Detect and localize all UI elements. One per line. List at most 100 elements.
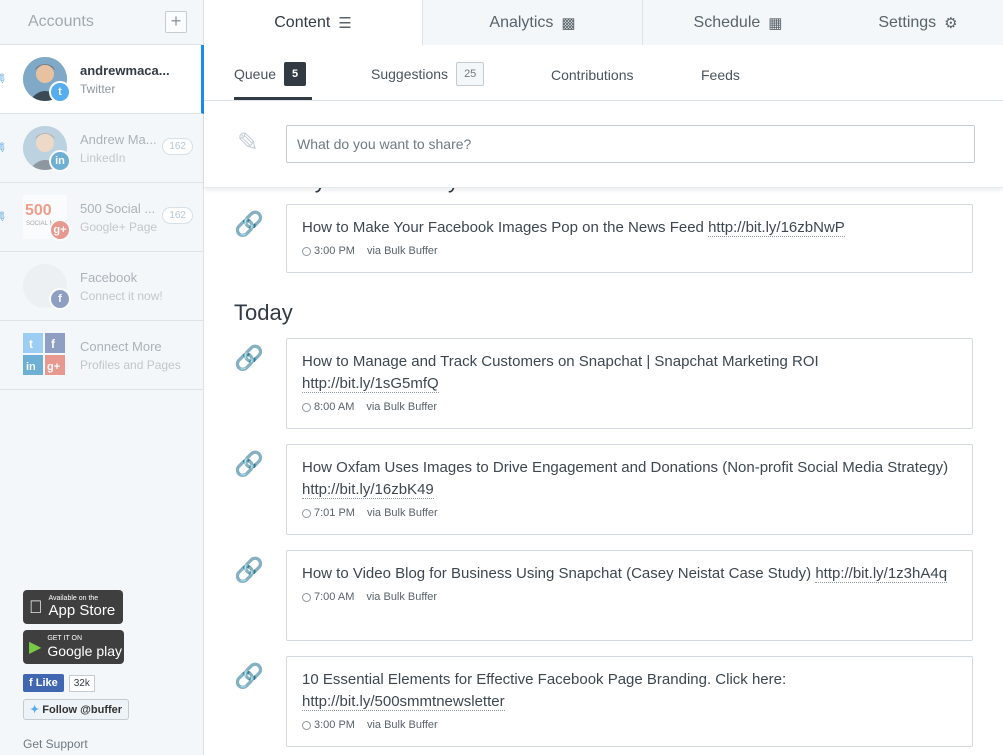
account-network: Twitter: [80, 81, 116, 96]
pending-count-badge: 162: [162, 207, 193, 224]
subtab-label: Queue: [234, 66, 277, 82]
day-header: Today: [234, 300, 293, 325]
post-body: How to Make Your Facebook Images Pop on …: [302, 219, 709, 236]
account-name: Connect More: [80, 338, 162, 354]
composer: ✎: [204, 101, 1003, 188]
account-item-google-plus[interactable]: ✎ 500 SOCIAL MEDIA g+ 500 Social ... Goog…: [0, 183, 203, 252]
facebook-like-button[interactable]: f Like: [23, 674, 64, 692]
post-body: How Oxfam Uses Images to Drive Engagemen…: [302, 459, 949, 476]
like-count: 32k: [68, 674, 95, 692]
post-time: 3:00 PM: [314, 245, 355, 257]
post-text: How Oxfam Uses Images to Drive Engagemen…: [302, 457, 957, 501]
follow-label: Follow @buffer: [42, 704, 123, 716]
queued-post[interactable]: How to Make Your Facebook Images Pop on …: [286, 204, 973, 273]
queue-count-badge: 5: [284, 62, 307, 86]
subtab-label: Feeds: [701, 67, 740, 83]
subtab-queue[interactable]: Queue 5: [234, 62, 307, 86]
play-icon: ▶: [29, 639, 42, 656]
active-subtab-indicator: [234, 97, 312, 100]
link-icon: 🔗: [234, 557, 264, 584]
tab-schedule[interactable]: Schedule ▦: [643, 0, 833, 45]
get-support-link[interactable]: Get Support: [23, 737, 88, 751]
account-network: LinkedIn: [80, 150, 126, 165]
account-item-facebook[interactable]: f Facebook Connect it now!: [0, 252, 203, 321]
post-meta: 8:00 AM via Bulk Buffer: [302, 401, 957, 413]
avatar: 500 SOCIAL MEDIA g+: [23, 195, 71, 241]
post-meta: 3:00 PM via Bulk Buffer: [302, 245, 957, 257]
post-source: via Bulk Buffer: [366, 591, 438, 603]
avatar: t: [23, 57, 71, 103]
layers-icon: ☰: [338, 14, 352, 32]
account-network: Connect it now!: [80, 288, 163, 303]
add-account-button[interactable]: +: [165, 11, 187, 33]
google-plus-icon: g+: [49, 219, 71, 241]
tab-analytics[interactable]: Analytics ▩: [423, 0, 643, 45]
account-item-linkedin[interactable]: ✎ in Andrew Ma... LinkedIn 162: [0, 114, 203, 183]
tab-label: Analytics: [489, 13, 554, 31]
facebook-icon: f: [29, 677, 36, 689]
post-link[interactable]: http://bit.ly/16zbNwP: [708, 219, 845, 237]
subtab-feeds[interactable]: Feeds: [701, 67, 740, 83]
linkedin-icon: in: [49, 150, 71, 172]
facebook-icon: f: [49, 288, 71, 310]
post-link[interactable]: http://bit.ly/500smmtnewsletter: [302, 693, 505, 711]
post-time: 7:00 AM: [314, 591, 355, 603]
gear-icon: ⚙: [944, 14, 958, 32]
tab-content[interactable]: Content ☰: [204, 0, 423, 46]
post-text: 10 Essential Elements for Effective Face…: [302, 669, 957, 713]
subtab-label: Contributions: [551, 67, 634, 83]
like-label: Like: [35, 677, 58, 689]
pencil-icon: ✎: [0, 70, 11, 88]
app-store-big: App Store: [35, 602, 116, 619]
clock-icon: [302, 720, 311, 730]
post-text: How to Make Your Facebook Images Pop on …: [302, 217, 957, 239]
main-tabs: Content ☰ Analytics ▩ Schedule ▦ Setting…: [204, 0, 1003, 46]
queued-post[interactable]: 10 Essential Elements for Effective Face…: [286, 656, 973, 747]
post-source: via Bulk Buffer: [366, 245, 438, 257]
account-name: Andrew Ma...: [80, 131, 157, 147]
facebook-like-widget: f Like 32k: [23, 674, 129, 692]
google-play-button[interactable]: ▶ GET IT ON Google play: [23, 630, 124, 664]
account-name: 500 Social ...: [80, 200, 156, 216]
post-meta: 7:01 PM via Bulk Buffer: [302, 507, 957, 519]
post-link[interactable]: http://bit.ly/16zbK49: [302, 481, 434, 499]
subtab-label: Suggestions: [371, 66, 449, 82]
queued-post[interactable]: How Oxfam Uses Images to Drive Engagemen…: [286, 444, 973, 535]
link-icon: 🔗: [234, 345, 264, 372]
twitter-follow-button[interactable]: ✦ Follow @buffer: [23, 699, 130, 720]
tab-label: Schedule: [693, 13, 761, 31]
post-link[interactable]: http://bit.ly/1sG5mfQ: [302, 375, 439, 393]
avatar: in: [23, 126, 71, 172]
pencil-icon: ✎: [237, 127, 259, 157]
tab-label: Content: [274, 13, 331, 31]
subtab-suggestions[interactable]: Suggestions 25: [371, 62, 485, 86]
queued-post[interactable]: How to Manage and Track Customers on Sna…: [286, 338, 973, 429]
clock-icon: [302, 508, 311, 518]
avatar: f: [23, 264, 71, 310]
subtab-contributions[interactable]: Contributions: [551, 67, 634, 83]
app-store-button[interactable]:  Available on the App Store: [23, 590, 123, 624]
post-body: 10 Essential Elements for Effective Face…: [302, 671, 787, 688]
apple-icon: : [29, 597, 43, 618]
tab-label: Settings: [878, 13, 937, 31]
account-name: andrewmaca...: [80, 62, 170, 78]
clock-icon: [302, 592, 311, 602]
post-link[interactable]: http://bit.ly/1z3hA4q: [815, 565, 948, 583]
post-text: How to Video Blog for Business Using Sna…: [302, 563, 957, 585]
post-time: 7:01 PM: [314, 507, 355, 519]
queued-post[interactable]: How to Video Blog for Business Using Sna…: [286, 550, 973, 641]
twitter-follow-widget: ✦ Follow @buffer: [23, 699, 130, 720]
sidebar-header: Accounts +: [0, 0, 203, 45]
post-text: How to Manage and Track Customers on Sna…: [302, 351, 957, 395]
post-source: via Bulk Buffer: [366, 507, 438, 519]
bar-chart-icon: ▩: [561, 14, 576, 32]
post-meta: 7:00 AM via Bulk Buffer: [302, 591, 957, 603]
post-body: How to Manage and Track Customers on Sna…: [302, 353, 819, 370]
tab-settings[interactable]: Settings ⚙: [833, 0, 1003, 45]
connect-more-item[interactable]: t f in g+ Connect More Profiles and Page…: [0, 321, 203, 390]
accounts-sidebar: Accounts + ✎ t andrewmaca... Twitter ✎ i…: [0, 0, 204, 755]
post-source: via Bulk Buffer: [366, 401, 438, 413]
twitter-icon: t: [49, 81, 71, 103]
share-input[interactable]: [286, 125, 975, 163]
account-item-twitter[interactable]: ✎ t andrewmaca... Twitter: [0, 45, 204, 114]
